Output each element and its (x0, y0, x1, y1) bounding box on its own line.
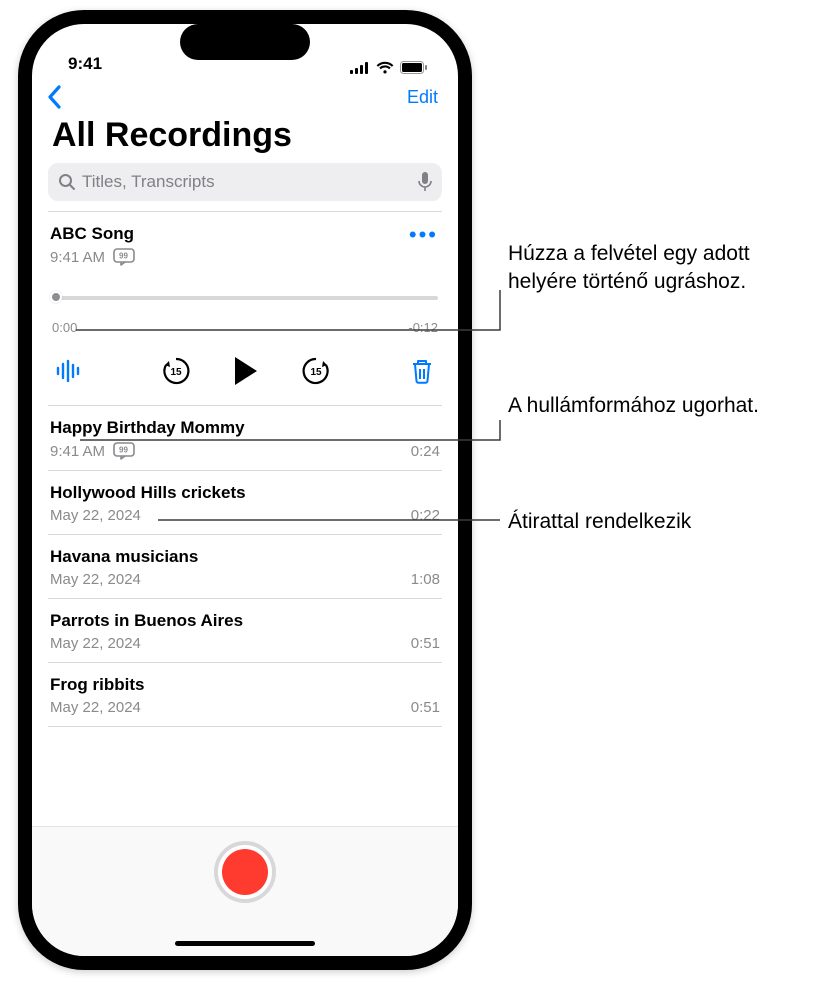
edit-button[interactable]: Edit (407, 87, 438, 108)
transcript-icon: 99 (113, 442, 135, 460)
recording-duration: 0:51 (411, 635, 440, 652)
record-button[interactable] (214, 841, 276, 903)
recording-title: Havana musicians (50, 547, 440, 567)
search-icon (58, 173, 76, 191)
remaining-time: -0:12 (408, 320, 438, 335)
wifi-icon (376, 61, 394, 74)
recording-title: Hollywood Hills crickets (50, 483, 440, 503)
recording-subtitle: May 22, 2024 (50, 699, 141, 716)
callout-scrubber: Húzza a felvétel egy adott helyére törté… (508, 240, 808, 297)
search-input[interactable]: Titles, Transcripts (48, 163, 442, 201)
scrubber-thumb[interactable] (50, 291, 62, 303)
scrubber[interactable] (50, 288, 440, 310)
status-time: 9:41 (68, 54, 102, 74)
recordings-list[interactable]: ABC Song 9:41 AM 99 ••• (32, 211, 458, 826)
play-button[interactable] (232, 355, 260, 387)
svg-text:99: 99 (119, 446, 128, 455)
recording-title: Parrots in Buenos Aires (50, 611, 440, 631)
mic-icon[interactable] (418, 172, 432, 192)
record-icon (222, 849, 268, 895)
cellular-icon (350, 62, 370, 74)
callout-waveform: A hullámformához ugorhat. (508, 392, 759, 420)
home-indicator[interactable] (175, 941, 315, 946)
recording-duration: 1:08 (411, 571, 440, 588)
recording-title: Frog ribbits (50, 675, 440, 695)
recording-title: Happy Birthday Mommy (50, 418, 440, 438)
record-toolbar (32, 826, 458, 956)
recording-row[interactable]: Havana musicians May 22, 2024 1:08 (48, 535, 442, 598)
callout-transcript: Átirattal rendelkezik (508, 508, 691, 536)
status-indicators (350, 61, 428, 74)
svg-text:15: 15 (170, 367, 182, 378)
dynamic-island (180, 24, 310, 60)
battery-icon (400, 61, 428, 74)
svg-text:99: 99 (119, 252, 128, 261)
recording-row[interactable]: Happy Birthday Mommy 9:41 AM 99 0:24 (48, 406, 442, 470)
screen: 9:41 Edit All Recordings (32, 24, 458, 956)
page-title: All Recordings (32, 116, 458, 163)
recording-duration: 0:51 (411, 699, 440, 716)
recording-subtitle: 9:41 AM (50, 443, 105, 460)
elapsed-time: 0:00 (52, 320, 77, 335)
back-button[interactable] (46, 84, 64, 110)
recording-subtitle: May 22, 2024 (50, 571, 141, 588)
recording-duration: 0:22 (411, 507, 440, 524)
recording-time: 9:41 AM (50, 249, 105, 266)
waveform-button[interactable] (56, 359, 82, 383)
skip-forward-15-button[interactable]: 15 (300, 355, 332, 387)
recording-row[interactable]: Parrots in Buenos Aires May 22, 2024 0:51 (48, 599, 442, 662)
phone-frame: 9:41 Edit All Recordings (18, 10, 472, 970)
recording-row[interactable]: Hollywood Hills crickets May 22, 2024 0:22 (48, 471, 442, 534)
skip-back-15-button[interactable]: 15 (160, 355, 192, 387)
transcript-icon: 99 (113, 248, 135, 266)
recording-subtitle: May 22, 2024 (50, 635, 141, 652)
recording-row[interactable]: Frog ribbits May 22, 2024 0:51 (48, 663, 442, 726)
recording-duration: 0:24 (411, 443, 440, 460)
recording-subtitle: May 22, 2024 (50, 507, 141, 524)
search-placeholder: Titles, Transcripts (82, 172, 412, 192)
nav-bar: Edit (32, 80, 458, 116)
recording-title: ABC Song (50, 224, 135, 244)
recording-row-expanded[interactable]: ABC Song 9:41 AM 99 ••• (48, 212, 442, 405)
delete-button[interactable] (410, 358, 434, 384)
more-button[interactable]: ••• (409, 224, 440, 246)
svg-text:15: 15 (310, 367, 322, 378)
